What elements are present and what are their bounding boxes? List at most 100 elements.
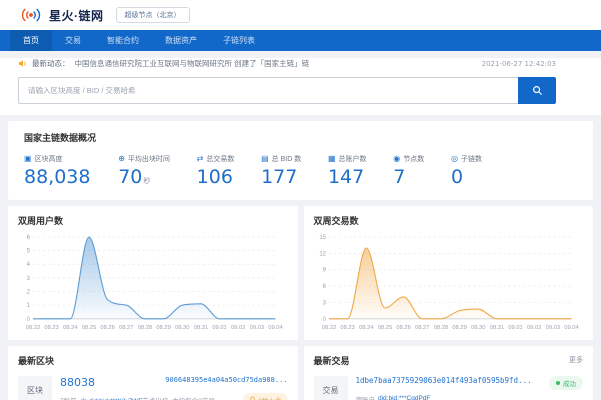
block-row[interactable]: 区块 88038 906648395e4a04a50cd75da988... 7…: [18, 375, 288, 400]
stat-total-accounts: ▦ 总账户数 147: [327, 154, 367, 189]
svg-text:6: 6: [322, 284, 326, 290]
tx-source-account-link[interactable]: did:bid:***CgdPdF: [378, 395, 430, 400]
stat-total-transactions: ⇄ 总交易数 106: [196, 154, 235, 189]
block-hash-link[interactable]: 906648395e4a04a50cd75da988...: [165, 376, 287, 384]
latest-blocks-title: 最新区块: [18, 355, 55, 366]
logo[interactable]: 星火·链网: [18, 6, 104, 24]
tx-source-label: 源账户: [356, 394, 376, 400]
users-chart-title: 双周用户数: [18, 216, 64, 226]
stat-value: 177: [261, 166, 298, 188]
success-dot-icon: [556, 380, 560, 385]
stat-label: 节点数: [403, 156, 425, 163]
node-count-icon: ◉: [393, 154, 401, 163]
svg-text:09.04: 09.04: [268, 325, 283, 331]
avg-block-time-icon: ⊕: [118, 154, 125, 163]
block-height-link[interactable]: 88038: [60, 376, 95, 389]
tx-chart-title: 双周交易数: [313, 216, 359, 226]
svg-text:08.26: 08.26: [100, 325, 114, 331]
users-chart: 0 1 2 3 4 5 6 08.22 08.23 08.24 08.25 08.26 08.27 08.…: [18, 231, 288, 336]
svg-text:08.23: 08.23: [340, 325, 354, 331]
tx-hash-link[interactable]: 1dbe7baa7375929063e014f493af0595b9fd...: [356, 376, 532, 385]
node-badge: 超级节点（北京）: [115, 7, 190, 23]
svg-text:08.22: 08.22: [26, 325, 40, 331]
svg-text:3: 3: [27, 276, 31, 282]
block-reward-badge: 0枚火令: [243, 392, 288, 400]
svg-text:08.25: 08.25: [377, 325, 391, 331]
latest-transactions-card: 最新交易 更多 交易 1dbe7baa7375929063e014f493af0…: [303, 345, 593, 400]
total-accounts-icon: ▦: [327, 154, 336, 163]
svg-text:08.31: 08.31: [489, 325, 503, 331]
svg-text:09.03: 09.03: [250, 325, 264, 331]
nav-item-data-assets[interactable]: 数据资产: [152, 30, 210, 51]
svg-text:08.30: 08.30: [471, 325, 485, 331]
nav-item-smart-contracts[interactable]: 智能合约: [94, 30, 152, 51]
svg-text:08.29: 08.29: [452, 325, 466, 331]
stats-title: 国家主链数据概况: [24, 133, 97, 143]
latest-transactions-title: 最新交易: [313, 355, 350, 366]
logo-broadcast-icon: [21, 8, 41, 22]
svg-text:5: 5: [27, 249, 31, 255]
svg-text:09.04: 09.04: [564, 325, 579, 331]
stat-label: 总账户数: [338, 156, 367, 163]
nav-item-home[interactable]: 首页: [10, 30, 52, 51]
charts-row: 双周用户数 0 1 2 3 4 5 6 08.22 08.23 08.24 08.25 08.26 08…: [8, 206, 593, 340]
biweekly-users-card: 双周用户数 0 1 2 3 4 5 6 08.22 08.23 08.24 08.25 08.26 08…: [8, 206, 298, 340]
stat-label: 总 BID 数: [271, 156, 302, 163]
speaker-icon: [18, 60, 26, 67]
svg-text:0: 0: [322, 317, 326, 323]
total-transactions-icon: ⇄: [196, 154, 204, 163]
stat-value: 7: [393, 166, 406, 188]
svg-text:6: 6: [27, 235, 31, 241]
biweekly-transactions-card: 双周交易数 0 3 6 9 12 15 08.22 08.23 08.24 08.25 08.26 0…: [303, 206, 593, 340]
stat-value: 70秒: [118, 166, 151, 188]
svg-text:08.26: 08.26: [396, 325, 410, 331]
svg-text:08.28: 08.28: [433, 325, 447, 331]
svg-text:08.30: 08.30: [175, 325, 189, 331]
stat-block-height: ▣ 区块高度 88,038: [24, 154, 91, 189]
stat-label: 平均出块时间: [127, 156, 170, 163]
block-height-icon: ▣: [24, 154, 32, 163]
svg-text:09.01: 09.01: [508, 325, 522, 331]
total-bid-icon: ▤: [261, 154, 269, 163]
bottom-row: 最新区块 区块 88038 906648395e4a04a50cd75da988…: [8, 345, 593, 400]
svg-text:08.24: 08.24: [63, 325, 78, 331]
main-content: 国家主链数据概况 ▣ 区块高度 88,038 ⊕ 平均出块时间 70秒 ⇄ 总交易数 …: [0, 115, 601, 400]
ticker-label: 最新动态：: [32, 59, 70, 68]
svg-text:08.27: 08.27: [119, 325, 133, 331]
page: 星火·链网 超级节点（北京） 首页 交易 智能合约 数据资产 子链列表 最新动态…: [0, 0, 601, 400]
search-button[interactable]: [518, 77, 556, 104]
stat-label: 子链数: [460, 156, 482, 163]
svg-text:08.29: 08.29: [156, 325, 170, 331]
svg-text:09.02: 09.02: [526, 325, 540, 331]
svg-text:15: 15: [319, 235, 326, 241]
stat-node-count: ◉ 节点数 7: [393, 154, 425, 189]
stat-subchain-count: ◎ 子链数 0: [451, 154, 482, 189]
logo-text: 星火·链网: [49, 8, 104, 23]
search-input[interactable]: [18, 77, 518, 104]
svg-text:08.22: 08.22: [321, 325, 335, 331]
block-type-badge: 区块: [18, 375, 52, 400]
svg-text:09.02: 09.02: [231, 325, 245, 331]
stat-label: 总交易数: [206, 156, 235, 163]
transaction-row[interactable]: 交易 1dbe7baa7375929063e014f493af0595b9fd.…: [313, 375, 583, 400]
stat-value: 106: [196, 166, 233, 188]
chain-stats-card: 国家主链数据概况 ▣ 区块高度 88,038 ⊕ 平均出块时间 70秒 ⇄ 总交易数 …: [8, 121, 593, 200]
more-transactions-link[interactable]: 更多: [569, 355, 583, 365]
nav-item-transactions[interactable]: 交易: [52, 30, 94, 51]
news-ticker: 最新动态： 中国信息通信研究院工业互联网与物联网研究所 创建了「国家主链」链 2…: [18, 58, 556, 69]
svg-text:08.27: 08.27: [415, 325, 429, 331]
nav-item-subchain-list[interactable]: 子链列表: [210, 30, 268, 51]
transactions-chart: 0 3 6 9 12 15 08.22 08.23 08.24 08.25 08.26 08.27 08…: [314, 231, 584, 336]
svg-text:08.28: 08.28: [138, 325, 152, 331]
tx-status-badge: 成功: [549, 375, 583, 390]
stat-label: 区块高度: [34, 156, 63, 163]
ticker-text: 中国信息通信研究院工业互联网与物联网研究所 创建了「国家主链」链: [74, 59, 310, 68]
main-nav: 首页 交易 智能合约 数据资产 子链列表: [0, 30, 601, 51]
ticker-timestamp: 2021-06-27 12:42:03: [481, 59, 556, 68]
stat-total-bid: ▤ 总 BID 数 177: [261, 154, 302, 189]
search-bar: [18, 77, 556, 104]
svg-text:08.25: 08.25: [82, 325, 96, 331]
svg-text:0: 0: [27, 317, 31, 323]
medal-icon: [250, 396, 256, 400]
svg-text:1: 1: [27, 303, 31, 309]
